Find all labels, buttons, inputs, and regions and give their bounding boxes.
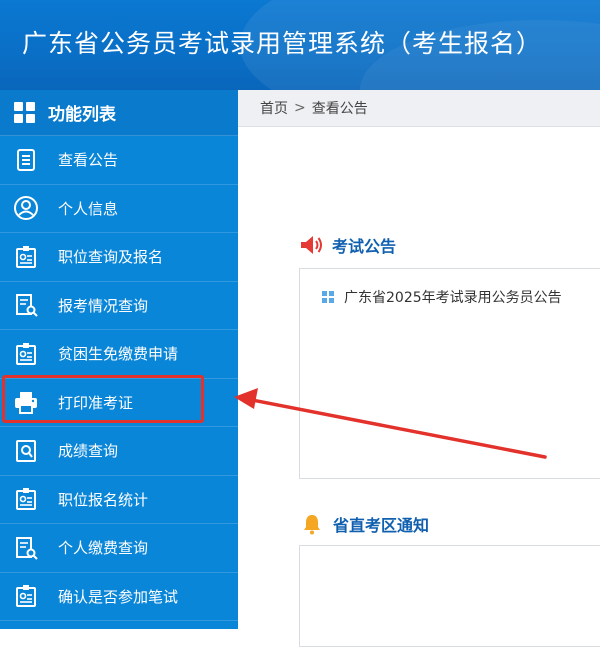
- sidebar-header: 功能列表: [0, 90, 238, 136]
- sidebar-item-label: 职位报名统计: [58, 490, 149, 509]
- sidebar-item-position-query[interactable]: 职位查询及报名: [0, 233, 238, 282]
- sidebar-item-label: 成绩查询: [58, 442, 119, 461]
- sidebar-item-personal-info[interactable]: 个人信息: [0, 185, 238, 233]
- list-doc-icon: [17, 148, 35, 171]
- sidebar-item-confirm-exam[interactable]: 确认是否参加笔试: [0, 573, 238, 621]
- sidebar-title: 功能列表: [48, 105, 116, 125]
- id-card-icon: [16, 245, 36, 268]
- sidebar-item-position-statistics[interactable]: 职位报名统计: [0, 476, 238, 524]
- sidebar-item-view-notice[interactable]: 查看公告: [0, 136, 238, 185]
- highlight-box: [2, 375, 204, 423]
- exam-area-notice-title: 省直考区通知: [333, 516, 430, 535]
- sidebar-item-fee-waiver[interactable]: 贫困生免缴费申请: [0, 330, 238, 379]
- exam-area-notice-heading: 省直考区通知: [300, 512, 429, 536]
- sidebar-item-payment-query[interactable]: 个人缴费查询: [0, 524, 238, 573]
- breadcrumb-home-link[interactable]: 首页: [260, 98, 288, 118]
- sidebar-item-label: 报考情况查询: [58, 296, 149, 315]
- sidebar-item-application-status[interactable]: 报考情况查询: [0, 282, 238, 330]
- sidebar-item-label: 贫困生免缴费申请: [58, 345, 179, 364]
- sidebar-item-label: 职位查询及报名: [58, 248, 164, 267]
- id-card-icon: [16, 488, 36, 511]
- doc-search-icon: [16, 294, 38, 317]
- bell-icon: [304, 515, 320, 535]
- exam-notice-heading: 考试公告: [298, 233, 396, 257]
- sidebar-item-label: 查看公告: [58, 151, 119, 170]
- grid-bullet-icon: [322, 291, 334, 303]
- sidebar-item-label: 个人缴费查询: [58, 539, 149, 558]
- doc-magnifier-icon: [16, 439, 36, 462]
- exam-area-notice-panel: [299, 545, 600, 647]
- app-title: 广东省公务员考试录用管理系统（考生报名）: [22, 29, 543, 58]
- sidebar: 功能列表 查看公告 个人信息 职位查询及报名 报考情况查询 贫困生免缴费申请 打…: [0, 90, 238, 629]
- list-item[interactable]: 广东省2025年考试录用公务员公告: [322, 287, 562, 307]
- sidebar-item-score-query[interactable]: 成绩查询: [0, 427, 238, 476]
- id-card-icon: [16, 585, 36, 608]
- breadcrumb: 首页 > 查看公告: [238, 90, 600, 127]
- exam-notice-title: 考试公告: [332, 237, 397, 256]
- notice-link[interactable]: 广东省2025年考试录用公务员公告: [344, 287, 562, 307]
- sidebar-item-label: 确认是否参加笔试: [58, 587, 179, 606]
- app-header: 广东省公务员考试录用管理系统（考生报名）: [0, 0, 600, 90]
- doc-search-icon: [16, 536, 38, 560]
- user-circle-icon: [14, 196, 38, 221]
- speaker-icon: [301, 236, 322, 254]
- sidebar-item-label: 个人信息: [58, 199, 119, 218]
- id-card-icon: [16, 342, 36, 365]
- breadcrumb-separator: >: [294, 100, 306, 116]
- breadcrumb-current: 查看公告: [311, 101, 368, 117]
- grid-icon: [14, 101, 36, 124]
